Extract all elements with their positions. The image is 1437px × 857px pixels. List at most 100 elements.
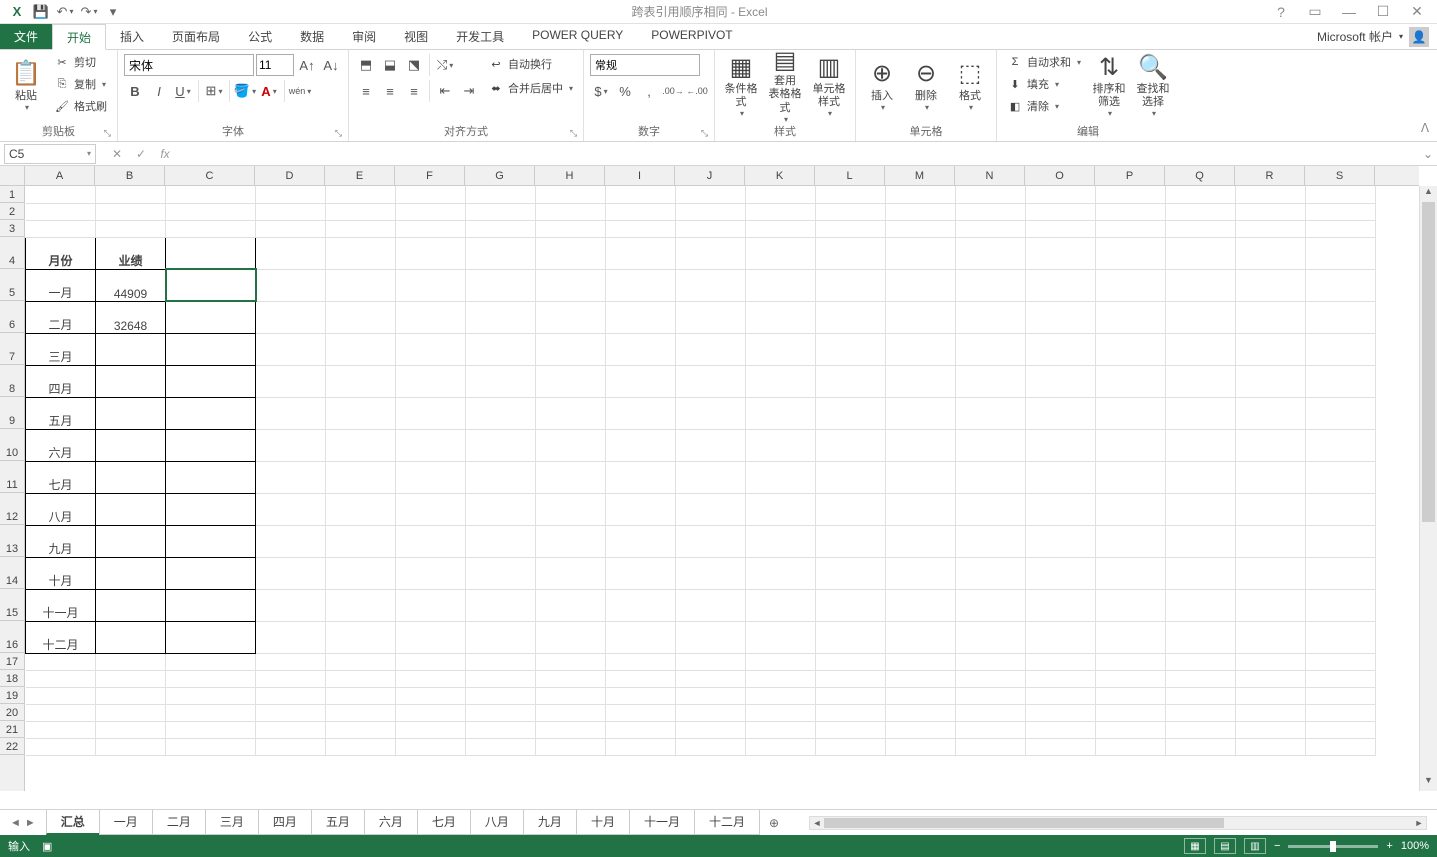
- cell-N17[interactable]: [956, 653, 1026, 670]
- cell-R12[interactable]: [1236, 493, 1306, 525]
- row-header-10[interactable]: 10: [0, 429, 24, 461]
- cell-B7[interactable]: [96, 333, 166, 365]
- cell-N3[interactable]: [956, 220, 1026, 237]
- cell-K20[interactable]: [746, 704, 816, 721]
- col-header-B[interactable]: B: [95, 166, 165, 185]
- page-break-view-button[interactable]: ▥: [1244, 838, 1266, 854]
- maximize-button[interactable]: ☐: [1371, 3, 1395, 20]
- cell-C5[interactable]: [166, 269, 256, 301]
- cell-C10[interactable]: [166, 429, 256, 461]
- cell-C6[interactable]: [166, 301, 256, 333]
- cell-C17[interactable]: [166, 653, 256, 670]
- cell-F22[interactable]: [396, 738, 466, 755]
- cell-B1[interactable]: [96, 186, 166, 203]
- cell-L21[interactable]: [816, 721, 886, 738]
- cell-E6[interactable]: [326, 301, 396, 333]
- cell-L7[interactable]: [816, 333, 886, 365]
- cell-S18[interactable]: [1306, 670, 1376, 687]
- cell-R15[interactable]: [1236, 589, 1306, 621]
- cell-J16[interactable]: [676, 621, 746, 653]
- row-header-18[interactable]: 18: [0, 670, 24, 687]
- tab-开发工具[interactable]: 开发工具: [442, 24, 518, 49]
- cell-N15[interactable]: [956, 589, 1026, 621]
- cell-I17[interactable]: [606, 653, 676, 670]
- clipboard-launcher[interactable]: ⤡: [104, 128, 111, 139]
- bold-button[interactable]: B: [124, 80, 146, 102]
- cell-C19[interactable]: [166, 687, 256, 704]
- cell-R10[interactable]: [1236, 429, 1306, 461]
- cell-E17[interactable]: [326, 653, 396, 670]
- cell-G5[interactable]: [466, 269, 536, 301]
- cell-N10[interactable]: [956, 429, 1026, 461]
- cell-H13[interactable]: [536, 525, 606, 557]
- cell-P14[interactable]: [1096, 557, 1166, 589]
- cell-Q11[interactable]: [1166, 461, 1236, 493]
- cell-I11[interactable]: [606, 461, 676, 493]
- cell-F16[interactable]: [396, 621, 466, 653]
- cell-G21[interactable]: [466, 721, 536, 738]
- cell-L15[interactable]: [816, 589, 886, 621]
- scroll-down-icon[interactable]: ▼: [1420, 775, 1437, 791]
- cell-G22[interactable]: [466, 738, 536, 755]
- cell-M2[interactable]: [886, 203, 956, 220]
- cell-R8[interactable]: [1236, 365, 1306, 397]
- normal-view-button[interactable]: ▦: [1184, 838, 1206, 854]
- cell-A11[interactable]: 七月: [26, 461, 96, 493]
- cell-L19[interactable]: [816, 687, 886, 704]
- cell-G3[interactable]: [466, 220, 536, 237]
- cell-S6[interactable]: [1306, 301, 1376, 333]
- col-header-K[interactable]: K: [745, 166, 815, 185]
- cell-B4[interactable]: 业绩: [96, 237, 166, 269]
- cell-L12[interactable]: [816, 493, 886, 525]
- new-sheet-button[interactable]: ⊕: [759, 816, 789, 830]
- cell-P21[interactable]: [1096, 721, 1166, 738]
- col-header-I[interactable]: I: [605, 166, 675, 185]
- cell-A8[interactable]: 四月: [26, 365, 96, 397]
- cell-Q15[interactable]: [1166, 589, 1236, 621]
- cell-S11[interactable]: [1306, 461, 1376, 493]
- cell-K17[interactable]: [746, 653, 816, 670]
- cell-O14[interactable]: [1026, 557, 1096, 589]
- cell-K6[interactable]: [746, 301, 816, 333]
- cell-B21[interactable]: [96, 721, 166, 738]
- cell-F6[interactable]: [396, 301, 466, 333]
- enter-formula-button[interactable]: ✓: [132, 147, 150, 161]
- paste-button[interactable]: 📋 粘贴: [6, 52, 46, 118]
- cell-C3[interactable]: [166, 220, 256, 237]
- row-header-5[interactable]: 5: [0, 269, 24, 301]
- cell-Q20[interactable]: [1166, 704, 1236, 721]
- cell-I7[interactable]: [606, 333, 676, 365]
- cell-H19[interactable]: [536, 687, 606, 704]
- italic-button[interactable]: I: [148, 80, 170, 102]
- col-header-L[interactable]: L: [815, 166, 885, 185]
- cell-Q1[interactable]: [1166, 186, 1236, 203]
- cell-S15[interactable]: [1306, 589, 1376, 621]
- cell-A7[interactable]: 三月: [26, 333, 96, 365]
- scroll-up-icon[interactable]: ▲: [1420, 186, 1437, 202]
- cell-E9[interactable]: [326, 397, 396, 429]
- cell-B9[interactable]: [96, 397, 166, 429]
- cell-G14[interactable]: [466, 557, 536, 589]
- decrease-decimal-button[interactable]: ←.00: [686, 80, 708, 102]
- cell-O11[interactable]: [1026, 461, 1096, 493]
- cell-G17[interactable]: [466, 653, 536, 670]
- cell-Q17[interactable]: [1166, 653, 1236, 670]
- cell-Q3[interactable]: [1166, 220, 1236, 237]
- sheet-tab-五月[interactable]: 五月: [311, 810, 365, 835]
- merge-center-button[interactable]: ⬌合并后居中: [484, 78, 577, 98]
- cell-R21[interactable]: [1236, 721, 1306, 738]
- cell-O19[interactable]: [1026, 687, 1096, 704]
- cell-Q14[interactable]: [1166, 557, 1236, 589]
- cell-P15[interactable]: [1096, 589, 1166, 621]
- cell-F1[interactable]: [396, 186, 466, 203]
- cell-N6[interactable]: [956, 301, 1026, 333]
- align-top-button[interactable]: ⬒: [355, 54, 377, 76]
- sheet-tab-八月[interactable]: 八月: [470, 810, 524, 835]
- cell-C2[interactable]: [166, 203, 256, 220]
- cell-J11[interactable]: [676, 461, 746, 493]
- cell-G12[interactable]: [466, 493, 536, 525]
- sheet-tab-十月[interactable]: 十月: [576, 810, 630, 835]
- cell-S20[interactable]: [1306, 704, 1376, 721]
- underline-button[interactable]: U: [172, 80, 194, 102]
- cell-D14[interactable]: [256, 557, 326, 589]
